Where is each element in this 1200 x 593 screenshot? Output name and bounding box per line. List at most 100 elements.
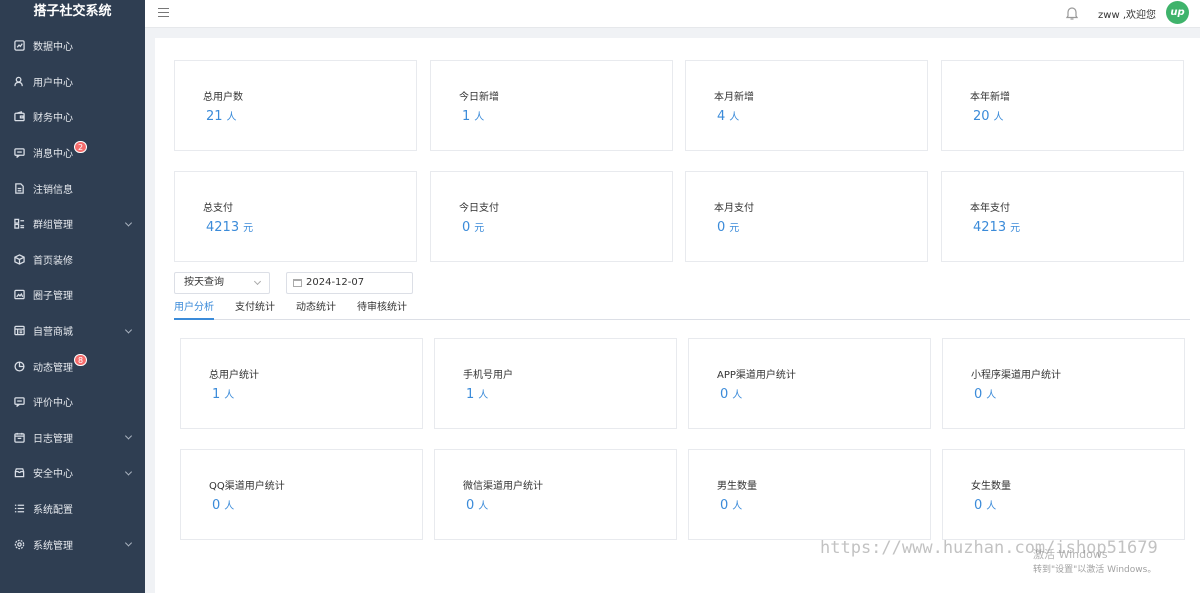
sidebar-item-label: 动态管理 xyxy=(33,362,73,374)
sidebar-item-label: 安全中心 xyxy=(33,469,73,481)
stat-label: QQ渠道用户统计 xyxy=(209,481,285,492)
sidebar: 搭子社交系统 数据中心 用户中心 财务中心 消息中心 2 注销信息 群组管理 首… xyxy=(0,0,145,593)
stat-value: 0人 xyxy=(720,498,743,513)
sidebar-item-cancellation-info[interactable]: 注销信息 xyxy=(0,170,145,206)
stat-label: 手机号用户 xyxy=(463,370,513,381)
stat-value: 1人 xyxy=(462,109,485,124)
analysis-card-male-count: 男生数量 0人 xyxy=(688,449,931,540)
avatar[interactable]: up xyxy=(1166,1,1189,24)
stat-value: 0人 xyxy=(466,498,489,513)
sidebar-item-label: 系统管理 xyxy=(33,540,73,552)
sidebar-item-label: 消息中心 xyxy=(33,149,73,161)
date-picker[interactable]: 2024-12-07 xyxy=(286,272,413,294)
stat-value: 0人 xyxy=(974,498,997,513)
stat-label: 本月支付 xyxy=(714,203,754,214)
sidebar-item-label: 财务中心 xyxy=(33,113,73,125)
stat-card-total-payment: 总支付 4213 元 xyxy=(174,171,417,262)
sidebar-item-label: 日志管理 xyxy=(33,433,73,445)
stat-value: 1人 xyxy=(466,387,489,402)
stat-label: 本年新增 xyxy=(970,92,1010,103)
sidebar-item-security-center[interactable]: 安全中心 xyxy=(0,455,145,491)
tab-user-analysis[interactable]: 用户分析 xyxy=(174,300,214,320)
stat-value: 1人 xyxy=(212,387,235,402)
activity-icon xyxy=(13,360,25,372)
stat-card-month-new: 本月新增 4人 xyxy=(685,60,928,151)
sidebar-item-label: 自营商城 xyxy=(33,327,73,339)
stat-label: 男生数量 xyxy=(717,481,757,492)
document-icon xyxy=(13,182,25,194)
chevron-down-icon xyxy=(124,539,133,547)
stat-label: 小程序渠道用户统计 xyxy=(971,370,1061,381)
stat-label: 微信渠道用户统计 xyxy=(463,481,543,492)
sidebar-item-label: 用户中心 xyxy=(33,77,73,89)
sidebar-item-circle-management[interactable]: 圈子管理 xyxy=(0,277,145,313)
message-icon xyxy=(13,147,25,159)
stat-label: 本月新增 xyxy=(714,92,754,103)
stat-label: 女生数量 xyxy=(971,481,1011,492)
sidebar-item-self-operated-mall[interactable]: 自营商城 xyxy=(0,313,145,349)
tab-payment-stats[interactable]: 支付统计 xyxy=(235,300,275,320)
sidebar-item-label: 系统配置 xyxy=(33,505,73,517)
stat-label: 总用户统计 xyxy=(209,370,259,381)
stat-card-today-payment: 今日支付 0元 xyxy=(430,171,673,262)
analysis-tabs: 用户分析 支付统计 动态统计 待审核统计 xyxy=(174,300,1190,320)
windows-activation-hint: 转到"设置"以激活 Windows。 xyxy=(1033,565,1157,575)
chevron-down-icon xyxy=(124,432,133,440)
chevron-down-icon xyxy=(124,326,133,334)
stat-label: 本年支付 xyxy=(970,203,1010,214)
analysis-card-wechat-users: 微信渠道用户统计 0人 xyxy=(434,449,677,540)
sidebar-item-homepage-decoration[interactable]: 首页装修 xyxy=(0,242,145,278)
stat-card-total-users: 总用户数 21 人 xyxy=(174,60,417,151)
tab-pending-review-stats[interactable]: 待审核统计 xyxy=(357,300,407,320)
unread-badge: 2 xyxy=(74,140,88,153)
sidebar-item-activity-management[interactable]: 动态管理 8 xyxy=(0,348,145,384)
stat-value: 4213 元 xyxy=(973,220,1021,235)
sidebar-item-finance-center[interactable]: 财务中心 xyxy=(0,99,145,135)
box-icon xyxy=(13,253,25,265)
hamburger-icon[interactable] xyxy=(158,8,169,17)
sidebar-item-system-management[interactable]: 系统管理 xyxy=(0,526,145,562)
query-mode-value: 按天查询 xyxy=(184,277,224,288)
stat-value: 4人 xyxy=(717,109,740,124)
app-title: 搭子社交系统 xyxy=(33,4,112,19)
sidebar-item-log-management[interactable]: 日志管理 xyxy=(0,420,145,456)
chevron-down-icon xyxy=(124,468,133,476)
comment-icon xyxy=(13,396,25,408)
analysis-card-qq-users: QQ渠道用户统计 0人 xyxy=(180,449,423,540)
stat-label: 今日新增 xyxy=(459,92,499,103)
tab-activity-stats[interactable]: 动态统计 xyxy=(296,300,336,320)
sidebar-item-label: 首页装修 xyxy=(33,255,73,267)
chevron-down-icon xyxy=(253,277,262,286)
chevron-down-icon xyxy=(124,219,133,227)
stat-value: 4213 元 xyxy=(206,220,254,235)
top-header: zww ,欢迎您 up xyxy=(145,0,1200,28)
stat-value: 0人 xyxy=(212,498,235,513)
stat-value: 20 人 xyxy=(973,109,1004,124)
sidebar-item-data-center[interactable]: 数据中心 xyxy=(0,28,145,64)
list-icon xyxy=(13,503,25,515)
sidebar-item-message-center[interactable]: 消息中心 2 xyxy=(0,135,145,171)
shop-icon xyxy=(13,325,25,337)
stat-value: 0元 xyxy=(717,220,740,235)
welcome-text: zww ,欢迎您 xyxy=(1098,10,1156,21)
group-icon xyxy=(13,218,25,230)
sidebar-item-group-management[interactable]: 群组管理 xyxy=(0,206,145,242)
windows-activation-title: 激活 Windows xyxy=(1033,548,1108,561)
sidebar-item-user-center[interactable]: 用户中心 xyxy=(0,64,145,100)
stat-card-year-new: 本年新增 20 人 xyxy=(941,60,1184,151)
stat-label: 今日支付 xyxy=(459,203,499,214)
query-mode-select[interactable]: 按天查询 xyxy=(174,272,270,294)
sidebar-item-review-center[interactable]: 评价中心 xyxy=(0,384,145,420)
stat-value: 0元 xyxy=(462,220,485,235)
stat-label: APP渠道用户统计 xyxy=(717,370,796,381)
bell-icon[interactable] xyxy=(1064,5,1080,21)
stat-label: 总用户数 xyxy=(203,92,243,103)
stat-value: 21 人 xyxy=(206,109,237,124)
stat-card-year-payment: 本年支付 4213 元 xyxy=(941,171,1184,262)
date-value: 2024-12-07 xyxy=(306,277,365,288)
dashboard-icon xyxy=(13,40,25,52)
sidebar-item-label: 圈子管理 xyxy=(33,291,73,303)
sidebar-item-system-config[interactable]: 系统配置 xyxy=(0,491,145,527)
stat-value: 0人 xyxy=(974,387,997,402)
sidebar-item-label: 评价中心 xyxy=(33,398,73,410)
